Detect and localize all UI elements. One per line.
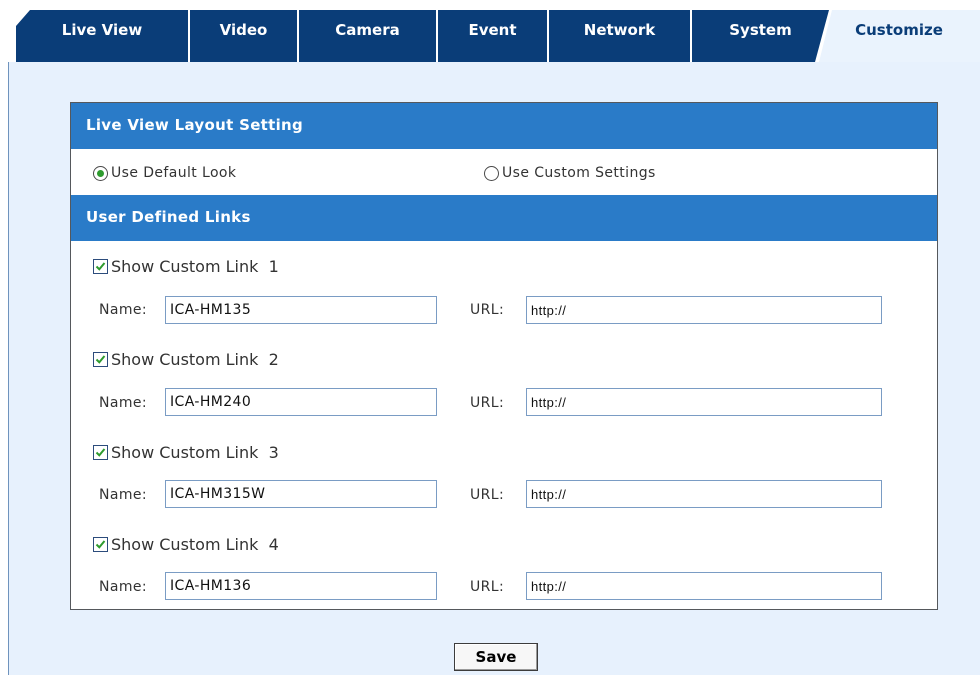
link-3-url-input[interactable]: http://	[526, 480, 882, 508]
checkbox[interactable]	[93, 259, 108, 274]
name-label: Name:	[99, 487, 148, 503]
tab-network[interactable]: Network	[548, 10, 690, 62]
tab-video[interactable]: Video	[189, 10, 297, 62]
tab-event[interactable]: Event	[437, 10, 547, 62]
link-2-name-input[interactable]: ICA-HM240	[165, 388, 437, 416]
tab-label: Video	[219, 21, 268, 39]
url-label: URL:	[470, 487, 505, 503]
show-custom-link-4[interactable]: Show Custom Link 4	[93, 535, 279, 554]
tab-label: System	[729, 21, 792, 39]
show-custom-link-2[interactable]: Show Custom Link 2	[93, 350, 279, 369]
tab-label: Live View	[61, 21, 143, 39]
show-link-label: Show Custom Link 4	[111, 535, 279, 554]
link-1-name-input[interactable]: ICA-HM135	[165, 296, 437, 324]
show-custom-link-1[interactable]: Show Custom Link 1	[93, 257, 279, 276]
checkbox[interactable]	[93, 445, 108, 460]
link-4-url-input[interactable]: http://	[526, 572, 882, 600]
tab-camera[interactable]: Camera	[298, 10, 436, 62]
section-header-layout: Live View Layout Setting	[71, 103, 937, 149]
url-label: URL:	[470, 579, 505, 595]
show-link-label: Show Custom Link 1	[111, 257, 279, 276]
checkmark-icon	[95, 540, 106, 549]
main-nav-tabs: Live View Video Camera Event Network Sys…	[0, 0, 980, 66]
url-label: URL:	[470, 302, 505, 318]
show-link-label: Show Custom Link 2	[111, 350, 279, 369]
checkmark-icon	[95, 355, 106, 364]
link-3-name-input[interactable]: ICA-HM315W	[165, 480, 437, 508]
section-header-links: User Defined Links	[71, 195, 937, 241]
radio-icon[interactable]	[484, 165, 499, 181]
show-link-label: Show Custom Link 3	[111, 443, 279, 462]
radio-default-look[interactable]: Use Default Look	[93, 165, 236, 181]
radio-custom-settings[interactable]: Use Custom Settings	[484, 165, 656, 181]
radio-icon[interactable]	[93, 165, 108, 181]
tab-system[interactable]: System	[691, 10, 829, 62]
tab-customize[interactable]: Customize	[818, 10, 980, 66]
show-custom-link-3[interactable]: Show Custom Link 3	[93, 443, 279, 462]
radio-label-custom-settings: Use Custom Settings	[502, 165, 656, 181]
checkmark-icon	[95, 448, 106, 457]
settings-panel: Live View Layout Setting Use Default Loo…	[70, 102, 938, 610]
tab-label: Network	[583, 21, 656, 39]
radio-label-default-look: Use Default Look	[111, 165, 237, 181]
save-button[interactable]: Save	[454, 643, 538, 671]
page: Live View Video Camera Event Network Sys…	[0, 0, 980, 675]
layout-options-row: Use Default Look Use Custom Settings	[71, 149, 937, 197]
link-4-name-input[interactable]: ICA-HM136	[165, 572, 437, 600]
tab-label: Event	[468, 21, 517, 39]
name-label: Name:	[99, 302, 148, 318]
link-2-url-input[interactable]: http://	[526, 388, 882, 416]
link-1-url-input[interactable]: http://	[526, 296, 882, 324]
url-label: URL:	[470, 395, 505, 411]
name-label: Name:	[99, 579, 148, 595]
checkbox[interactable]	[93, 352, 108, 367]
name-label: Name:	[99, 395, 148, 411]
checkmark-icon	[95, 262, 106, 271]
tab-label: Customize	[855, 21, 943, 39]
checkbox[interactable]	[93, 537, 108, 552]
tab-label: Camera	[335, 21, 400, 39]
tab-live-view[interactable]: Live View	[16, 10, 188, 62]
